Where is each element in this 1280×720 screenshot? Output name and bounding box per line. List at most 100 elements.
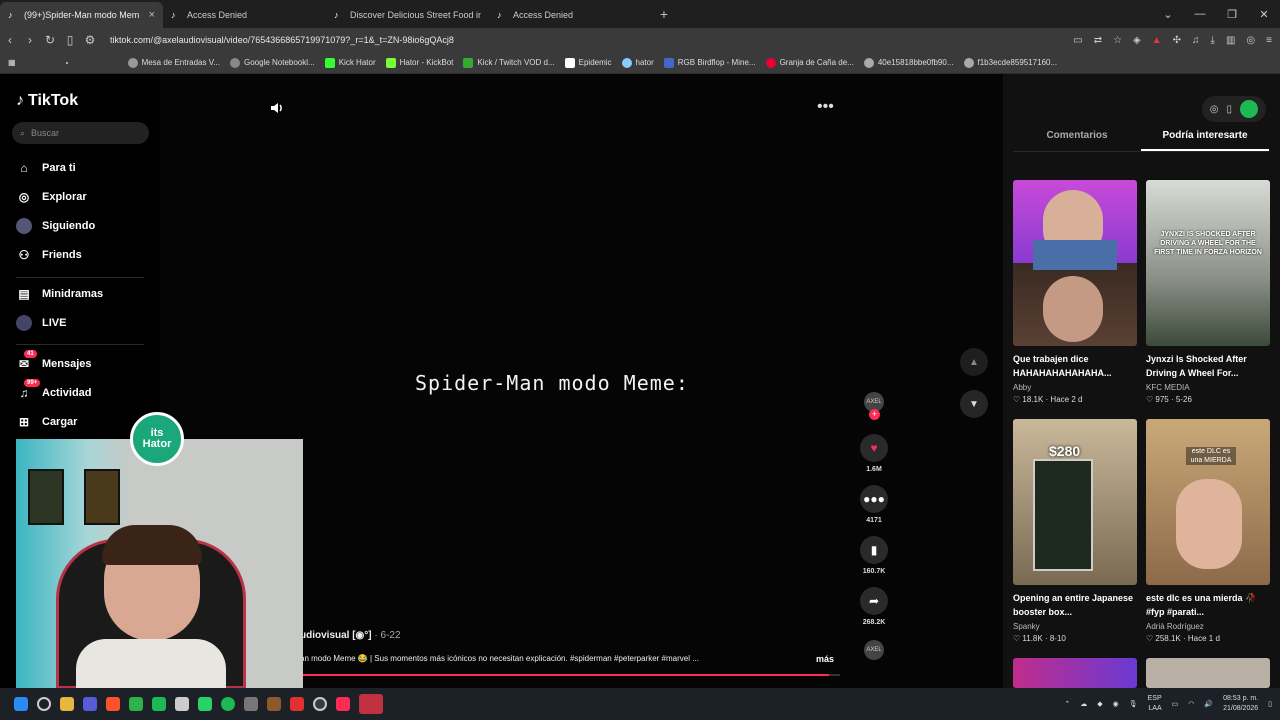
- video-thumbnail[interactable]: [1013, 658, 1137, 688]
- sidebar-item-live[interactable]: LIVE: [16, 315, 66, 331]
- app-icon[interactable]: [267, 697, 281, 711]
- share-button[interactable]: ➦ 268.2K: [860, 587, 888, 626]
- site-info-icon[interactable]: ⚙: [80, 33, 100, 47]
- sidebar-item-actividad[interactable]: ♫ 99+ Actividad: [16, 379, 92, 401]
- video-thumbnail[interactable]: este DLC es una MIERDA: [1146, 419, 1270, 585]
- app-tray-icon[interactable]: ◉: [1113, 700, 1119, 708]
- video-thumbnail[interactable]: $280: [1013, 419, 1137, 585]
- compass-icon[interactable]: ◎: [1210, 104, 1219, 115]
- more-link[interactable]: más: [816, 654, 834, 664]
- cast-icon[interactable]: ▭: [1073, 35, 1082, 46]
- recommended-card[interactable]: Que trabajen dice HAHAHAHAHAHAHA... Abby…: [1013, 180, 1137, 404]
- search-input[interactable]: ⌕ Buscar: [12, 122, 149, 144]
- restore-icon[interactable]: ❐: [1216, 8, 1248, 21]
- app-icon[interactable]: [175, 697, 189, 711]
- bookmark-item[interactable]: Kick / Twitch VOD d...: [463, 57, 555, 68]
- bookmark-item[interactable]: Google Notebookl...: [229, 57, 315, 68]
- sidebar-item-cargar[interactable]: ⊞ Cargar: [16, 414, 78, 430]
- wifi-icon[interactable]: ◠: [1188, 700, 1194, 708]
- sidebar-item-mensajes[interactable]: ✉ 41 Mensajes: [16, 350, 92, 372]
- url-field[interactable]: tiktok.com/@axelaudiovisual/video/765436…: [110, 35, 1073, 45]
- bookmark-item[interactable]: Kick Hator: [324, 57, 376, 68]
- file-explorer-icon[interactable]: [60, 697, 74, 711]
- sidebar-icon[interactable]: ▥: [1226, 35, 1235, 46]
- app-icon[interactable]: [129, 697, 143, 711]
- whatsapp-icon[interactable]: [198, 697, 212, 711]
- bookmark-item[interactable]: RGB Birdflop - Mine...: [663, 57, 756, 68]
- menu-icon[interactable]: ≡: [1266, 35, 1272, 46]
- tab-street-food[interactable]: ♪ Discover Delicious Street Food in Ind: [326, 2, 489, 28]
- music-icon[interactable]: ♫: [1192, 35, 1200, 46]
- bookmark-item[interactable]: Granja de Caña de...: [765, 57, 854, 68]
- like-button[interactable]: ♥ 1.6M: [860, 434, 888, 473]
- download-icon[interactable]: ⤓: [1211, 35, 1215, 46]
- tab-access-denied-2[interactable]: ♪ Access Denied: [489, 2, 652, 28]
- comment-button[interactable]: ●●● 4171: [860, 485, 888, 524]
- recommended-card[interactable]: $280 Opening an entire Japanese booster …: [1013, 419, 1137, 643]
- forward-icon[interactable]: ›: [20, 33, 40, 47]
- tab-comentarios[interactable]: Comentarios: [1013, 130, 1141, 151]
- brave-icon[interactable]: [106, 697, 120, 711]
- app-icon[interactable]: [244, 697, 258, 711]
- volume-icon[interactable]: 🔊: [1204, 700, 1213, 708]
- back-icon[interactable]: ‹: [0, 33, 20, 47]
- phone-icon[interactable]: ▯: [1226, 104, 1232, 115]
- sidebar-item-friends[interactable]: ⚇ Friends: [16, 247, 82, 263]
- app-icon[interactable]: [152, 697, 166, 711]
- star-icon[interactable]: ☆: [1113, 35, 1122, 46]
- app-icon[interactable]: [290, 697, 304, 711]
- bookmark-item[interactable]: 40e15818bbe0fb90...: [863, 57, 954, 68]
- sidebar-item-para-ti[interactable]: ⌂ Para ti: [16, 160, 75, 176]
- windows-start-icon[interactable]: [14, 697, 28, 711]
- sidebar-item-siguiendo[interactable]: Siguiendo: [16, 218, 95, 234]
- bookmark-item[interactable]: f1b3ecde859517160...: [963, 57, 1057, 68]
- bookmark-icon[interactable]: ▯: [60, 33, 80, 47]
- reload-icon[interactable]: ↻: [40, 33, 60, 47]
- next-video-button[interactable]: ▼: [960, 390, 988, 418]
- bookmark-item[interactable]: Mesa de Entradas V...: [127, 57, 220, 68]
- app-icon[interactable]: [359, 694, 383, 714]
- tab-podria-interesarte[interactable]: Podría interesarte: [1141, 130, 1269, 151]
- puzzle-icon[interactable]: ✣: [1173, 35, 1181, 46]
- save-button[interactable]: ▮ 160.7K: [860, 536, 888, 575]
- video-thumbnail[interactable]: [1146, 658, 1270, 688]
- tiktok-logo[interactable]: ♪ TikTok: [16, 92, 78, 110]
- clock[interactable]: 08:53 p. m. 21/08/2026: [1223, 694, 1258, 714]
- search-icon[interactable]: [37, 697, 51, 711]
- notification-icon[interactable]: ▯: [1268, 700, 1272, 708]
- bookmark-item[interactable]: Epidemic: [564, 57, 612, 68]
- translate-icon[interactable]: ⇄: [1094, 35, 1102, 46]
- video-thumbnail[interactable]: JYNXZI IS SHOCKED AFTER DRIVING A WHEEL …: [1146, 180, 1270, 346]
- creator-avatar[interactable]: AXEL +: [864, 392, 884, 420]
- microphone-icon[interactable]: 🎙: [1129, 700, 1138, 708]
- video-author[interactable]: udiovisual [◉°] · 6-22: [300, 630, 401, 641]
- minimize-icon[interactable]: —: [1184, 8, 1216, 20]
- cloud-icon[interactable]: ☁: [1080, 700, 1087, 708]
- app-icon[interactable]: [313, 697, 327, 711]
- sidebar-item-explorar[interactable]: ◎ Explorar: [16, 189, 87, 205]
- tiktok-app-icon[interactable]: [336, 697, 350, 711]
- tab-access-denied-1[interactable]: ♪ Access Denied: [163, 2, 326, 28]
- chevron-up-icon[interactable]: ⌃: [1064, 700, 1070, 708]
- tab-spiderman[interactable]: ♪ (99+)Spider-Man modo Mem ×: [0, 2, 163, 28]
- vpn-icon[interactable]: ◎: [1246, 35, 1255, 46]
- sound-avatar[interactable]: AXEL: [864, 640, 884, 660]
- new-tab-button[interactable]: +: [652, 6, 676, 22]
- recommended-card[interactable]: este DLC es una MIERDA este dlc es una m…: [1146, 419, 1270, 643]
- app-tray-icon[interactable]: ◆: [1097, 700, 1102, 708]
- video-progress-bar[interactable]: [300, 674, 840, 676]
- app-icon[interactable]: [83, 697, 97, 711]
- shield-icon[interactable]: ◈: [1133, 35, 1141, 46]
- spotify-icon[interactable]: [221, 697, 235, 711]
- apps-icon[interactable]: ▦: [8, 58, 16, 67]
- sidebar-item-minidramas[interactable]: ▤ Minidramas: [16, 286, 103, 302]
- bookmark-item[interactable]: Hator - KickBot: [385, 57, 453, 68]
- close-icon[interactable]: ×: [149, 9, 155, 21]
- recommended-card[interactable]: JYNXZI IS SHOCKED AFTER DRIVING A WHEEL …: [1146, 180, 1270, 404]
- sound-icon[interactable]: [269, 100, 285, 116]
- tiktok-icon[interactable]: [65, 61, 68, 64]
- follow-plus-icon[interactable]: +: [869, 409, 880, 420]
- profile-avatar[interactable]: [1240, 100, 1258, 118]
- video-thumbnail[interactable]: [1013, 180, 1137, 346]
- monitor-icon[interactable]: ▭: [1172, 700, 1179, 708]
